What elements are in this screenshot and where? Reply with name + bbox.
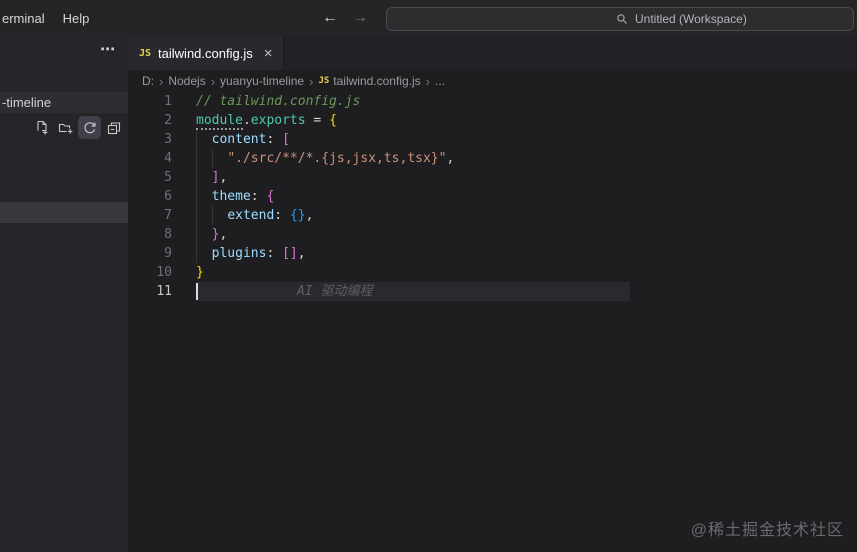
code-lines: 1 // tailwind.config.js 2 module.exports = …: [128, 92, 857, 301]
forward-arrow-icon[interactable]: →: [352, 9, 368, 27]
history-navigation: ← →: [322, 0, 368, 36]
ghost-text: AI 驱动编程: [297, 284, 373, 299]
new-file-icon[interactable]: [30, 116, 53, 139]
line-number: 2: [164, 113, 172, 128]
code-line[interactable]: 3 content: [: [128, 130, 857, 149]
breadcrumb-separator-icon: ›: [159, 73, 164, 89]
code-line[interactable]: 7 extend: {},: [128, 206, 857, 225]
command-center-content: Untitled (Workspace): [615, 8, 747, 30]
explorer-selected-item[interactable]: [0, 202, 128, 223]
close-tab-icon[interactable]: ×: [264, 46, 273, 61]
line-content: "./src/**/*.{js,jsx,ts,tsx}",: [227, 151, 455, 166]
line-content: extend: {},: [227, 208, 314, 223]
breadcrumb-item[interactable]: JS tailwind.config.js: [318, 74, 420, 88]
line-content: theme: {: [211, 189, 275, 204]
new-folder-icon[interactable]: [54, 116, 77, 139]
collapse-folders-icon[interactable]: [102, 116, 125, 139]
code-line[interactable]: 8 },: [128, 225, 857, 244]
search-icon: [617, 14, 627, 24]
code-line[interactable]: 1 // tailwind.config.js: [128, 92, 857, 111]
menu-bar: erminal Help: [0, 0, 98, 36]
line-number: 9: [164, 246, 172, 261]
code-line[interactable]: 11 AI 驱动编程: [128, 282, 857, 301]
line-number: 5: [164, 170, 172, 185]
menu-item-help[interactable]: Help: [54, 11, 99, 26]
breadcrumb-separator-icon: ›: [425, 73, 430, 89]
back-arrow-icon[interactable]: ←: [322, 9, 338, 27]
breadcrumb: D: › Nodejs › yuanyu-timeline › JS tailwind.con…: [128, 70, 857, 92]
more-actions-icon[interactable]: ⋯: [100, 42, 116, 57]
tab-label: tailwind.config.js: [158, 45, 253, 61]
code-line[interactable]: 9 plugins: [],: [128, 244, 857, 263]
refresh-explorer-icon[interactable]: [78, 116, 101, 139]
title-bar: erminal Help ← → Untitled (Workspace): [0, 0, 857, 37]
line-content: plugins: [],: [211, 246, 306, 261]
code-line[interactable]: 6 theme: {: [128, 187, 857, 206]
line-number: 4: [164, 151, 172, 166]
code-line[interactable]: 4 "./src/**/*.{js,jsx,ts,tsx}",: [128, 149, 857, 168]
line-content: ],: [211, 170, 228, 185]
breadcrumb-item[interactable]: yuanyu-timeline: [220, 74, 304, 88]
editor-group: JS tailwind.config.js × D: › Nodejs › yuanyu…: [128, 36, 857, 552]
workspace-title: Untitled (Workspace): [635, 12, 747, 26]
line-content: AI 驱动编程: [172, 282, 630, 301]
menu-item-terminal[interactable]: erminal: [0, 11, 54, 26]
explorer-sidebar: ⋯ -timeline: [0, 36, 128, 552]
line-content: // tailwind.config.js: [196, 94, 361, 109]
js-file-icon: JS: [139, 47, 152, 59]
js-file-icon: JS: [318, 76, 330, 86]
explorer-actions: [30, 116, 125, 139]
code-line[interactable]: 2 module.exports = {: [128, 111, 857, 130]
line-number: 6: [164, 189, 172, 204]
line-content: content: [: [211, 132, 290, 147]
tab-tailwind-config[interactable]: JS tailwind.config.js ×: [128, 36, 285, 70]
code-line[interactable]: 5 ],: [128, 168, 857, 187]
breadcrumb-items: D: › Nodejs › yuanyu-timeline › JS tailwind.con…: [142, 74, 445, 88]
line-content: }: [196, 265, 204, 280]
line-number: 10: [156, 265, 172, 280]
line-number: 3: [164, 132, 172, 147]
breadcrumb-separator-icon: ›: [210, 73, 216, 89]
tab-bar: JS tailwind.config.js ×: [128, 36, 857, 70]
line-content: },: [211, 227, 228, 242]
workspace-folder-label: -timeline: [2, 95, 52, 110]
text-cursor: [196, 283, 198, 300]
watermark-text: @稀土掘金技术社区: [690, 522, 844, 539]
line-number: 8: [164, 227, 172, 242]
vscode-window: erminal Help ← → Untitled (Workspace) ⋯ …: [0, 0, 857, 552]
breadcrumb-item[interactable]: Nodejs: [168, 74, 205, 88]
command-center-searchbox[interactable]: Untitled (Workspace): [386, 7, 854, 31]
workspace-folder-header[interactable]: -timeline: [0, 92, 128, 113]
code-line[interactable]: 10}: [128, 263, 857, 282]
line-number: 11: [156, 284, 172, 299]
inline-suggestion-strip: AI 驱动编程: [196, 282, 630, 301]
line-content: module.exports = {: [196, 113, 337, 130]
line-number: 7: [164, 208, 172, 223]
breadcrumb-item[interactable]: ...: [435, 74, 445, 88]
line-number: 1: [164, 94, 172, 109]
code-editor[interactable]: 1 // tailwind.config.js 2 module.exports = …: [128, 92, 857, 552]
breadcrumb-separator-icon: ›: [309, 73, 314, 89]
breadcrumb-item[interactable]: D:: [142, 74, 154, 88]
